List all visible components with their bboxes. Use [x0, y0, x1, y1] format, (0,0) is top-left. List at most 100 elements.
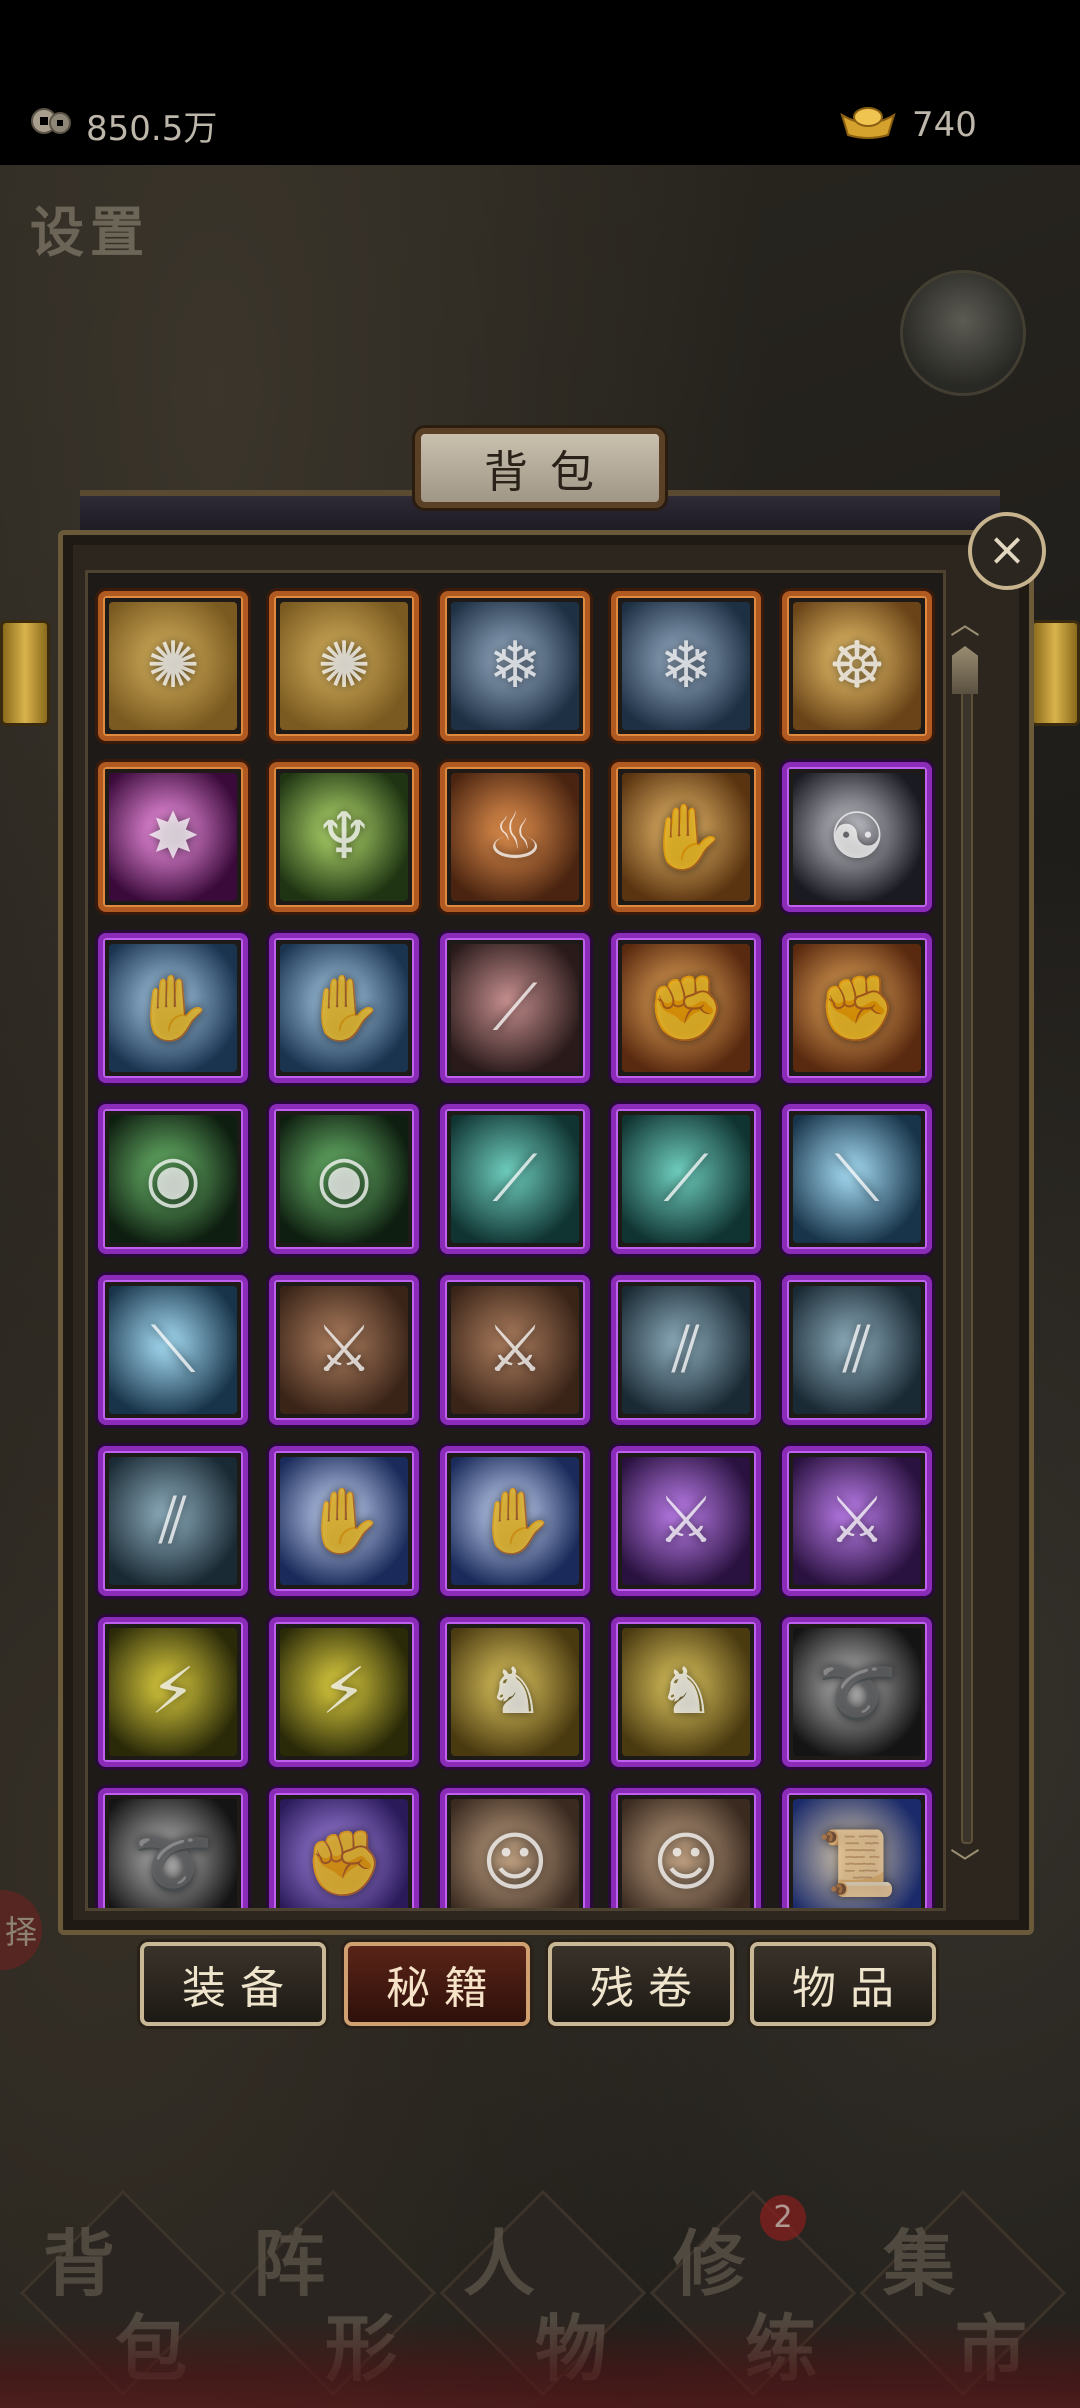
item-glyph: ♞ — [657, 1655, 715, 1729]
item-slot[interactable]: ☯ — [782, 762, 932, 912]
golden-lotus-emblem-icon: ✺ — [280, 602, 408, 730]
item-slot[interactable]: ⚡ — [269, 1617, 419, 1767]
item-slot[interactable]: ⚔ — [782, 1446, 932, 1596]
monk-portrait-icon: ☺ — [622, 1799, 750, 1908]
item-glyph: ✋ — [475, 1484, 555, 1559]
item-grid[interactable]: ✺ ✺ ❄ ❄ ☸ ✸ ♆ ♨ ✋ ☯ ✋ ✋ ⟋ ✊ ✊ ◉ ◉ ⟋ ⟋ ⟍ ⟍ ⚔ ⚔ ⫽ ⫽ ⫽ ✋ ✋ ⚔ ⚔ ⚡ ⚡ ♞ ♞ ➰ ➰ ✊ ☺ ☺ 📜 — [85, 570, 946, 1911]
tab-items[interactable]: 物品 — [750, 1942, 936, 2026]
item-slot[interactable]: ☸ — [782, 591, 932, 741]
item-slot[interactable]: ✊ — [611, 933, 761, 1083]
item-slot[interactable]: ✺ — [269, 591, 419, 741]
item-glyph: ⚔ — [486, 1313, 544, 1387]
item-slot[interactable]: ➰ — [782, 1617, 932, 1767]
settings-button[interactable]: 设置 — [30, 205, 150, 315]
item-glyph: ✊ — [817, 971, 897, 1046]
blue-staff-icon: ⟍ — [793, 1115, 921, 1243]
tiger-blade-icon: ⚔ — [451, 1286, 579, 1414]
item-glyph: ⚔ — [828, 1484, 886, 1558]
item-slot[interactable]: ♞ — [611, 1617, 761, 1767]
item-glyph: ✸ — [146, 800, 200, 874]
item-slot[interactable]: ⟋ — [611, 1104, 761, 1254]
item-slot[interactable]: ❄ — [440, 591, 590, 741]
item-slot[interactable]: ➰ — [98, 1788, 248, 1908]
praying-hands-icon: ✋ — [109, 944, 237, 1072]
item-slot[interactable]: ✊ — [782, 933, 932, 1083]
purple-fist-icon: ✊ — [280, 1799, 408, 1908]
item-slot[interactable]: ⚔ — [440, 1275, 590, 1425]
green-orb-ring-icon: ◉ — [109, 1115, 237, 1243]
item-glyph: ⫽ — [158, 1484, 188, 1558]
item-slot[interactable]: ⟍ — [782, 1104, 932, 1254]
ingot-amount: 740 — [912, 105, 977, 145]
scroll-up-icon[interactable]: ︿ — [948, 610, 982, 640]
item-slot[interactable]: ⫽ — [611, 1275, 761, 1425]
item-slot[interactable]: ⟋ — [440, 933, 590, 1083]
claw-slash-icon: ⟋ — [451, 944, 579, 1072]
item-slot[interactable]: ⚔ — [269, 1275, 419, 1425]
item-glyph: ✋ — [304, 1484, 384, 1559]
blue-rope-sword-icon: ❄ — [451, 602, 579, 730]
item-glyph: ➰ — [817, 1655, 897, 1730]
item-slot[interactable]: ⫽ — [782, 1275, 932, 1425]
item-slot[interactable]: ✊ — [269, 1788, 419, 1908]
violet-blade-icon: ⚔ — [793, 1457, 921, 1585]
item-glyph: ☺ — [652, 1826, 720, 1900]
scroll-down-icon[interactable]: ﹀ — [948, 1850, 982, 1880]
scroll-thumb[interactable] — [952, 646, 978, 694]
nav-formation-label-top: 阵 — [253, 2221, 326, 2306]
item-slot[interactable]: ☺ — [611, 1788, 761, 1908]
item-slot[interactable]: ✋ — [269, 1446, 419, 1596]
close-icon: × — [987, 522, 1027, 576]
notification-badge: 2 — [760, 2195, 806, 2241]
item-slot[interactable]: 📜 — [782, 1788, 932, 1908]
scrollbar[interactable]: ︿ ﹀ — [948, 610, 982, 1880]
flaming-fist-icon: ✊ — [622, 944, 750, 1072]
item-slot[interactable]: ♨ — [440, 762, 590, 912]
item-slot[interactable]: ⟍ — [98, 1275, 248, 1425]
close-button[interactable]: × — [968, 512, 1046, 590]
dual-sticks-icon: ⫽ — [793, 1286, 921, 1414]
item-slot[interactable]: ◉ — [269, 1104, 419, 1254]
coin-counter: 850.5万 — [30, 95, 217, 155]
item-slot[interactable]: ⚔ — [611, 1446, 761, 1596]
gold-ingot-icon — [838, 101, 898, 150]
item-glyph: ✋ — [133, 971, 213, 1046]
item-slot[interactable]: ✋ — [440, 1446, 590, 1596]
item-slot[interactable]: ✸ — [98, 762, 248, 912]
item-slot[interactable]: ✋ — [98, 933, 248, 1083]
item-slot[interactable]: ◉ — [98, 1104, 248, 1254]
tiger-blade-icon: ⚔ — [280, 1286, 408, 1414]
dual-sticks-icon: ⫽ — [109, 1457, 237, 1585]
item-slot[interactable]: ♆ — [269, 762, 419, 912]
item-slot[interactable]: ⚡ — [98, 1617, 248, 1767]
item-slot[interactable]: ☺ — [440, 1788, 590, 1908]
avatar[interactable] — [900, 270, 1026, 396]
item-glyph: ✺ — [317, 629, 371, 703]
yin-yang-blade-icon: ☯ — [793, 773, 921, 901]
item-slot[interactable]: ✺ — [98, 591, 248, 741]
tab-fragments[interactable]: 残卷 — [548, 1942, 734, 2026]
pink-burst-icon: ✸ — [109, 773, 237, 901]
golden-lotus-emblem-icon: ✺ — [109, 602, 237, 730]
coin-amount: 850.5万 — [86, 108, 218, 149]
item-slot[interactable]: ✋ — [269, 933, 419, 1083]
item-slot[interactable]: ⟋ — [440, 1104, 590, 1254]
coin-icon — [30, 103, 72, 148]
frost-palm-icon: ✋ — [451, 1457, 579, 1585]
item-glyph: ⚡ — [150, 1655, 196, 1729]
tab-manuals[interactable]: 秘籍 — [344, 1942, 530, 2026]
frost-palm-icon: ✋ — [280, 1457, 408, 1585]
teal-spear-icon: ⟋ — [451, 1115, 579, 1243]
item-glyph: ♞ — [486, 1655, 544, 1729]
item-slot[interactable]: ✋ — [611, 762, 761, 912]
bottom-ribbon — [0, 2320, 1080, 2408]
item-slot[interactable]: ♞ — [440, 1617, 590, 1767]
item-slot[interactable]: ❄ — [611, 591, 761, 741]
lantern-icon — [0, 620, 50, 726]
kicking-warrior-icon: ♞ — [451, 1628, 579, 1756]
fire-monk-icon: ♨ — [451, 773, 579, 901]
item-glyph: ✺ — [146, 629, 200, 703]
item-slot[interactable]: ⫽ — [98, 1446, 248, 1596]
tab-equipment[interactable]: 装备 — [140, 1942, 326, 2026]
item-glyph: 📜 — [817, 1826, 897, 1901]
